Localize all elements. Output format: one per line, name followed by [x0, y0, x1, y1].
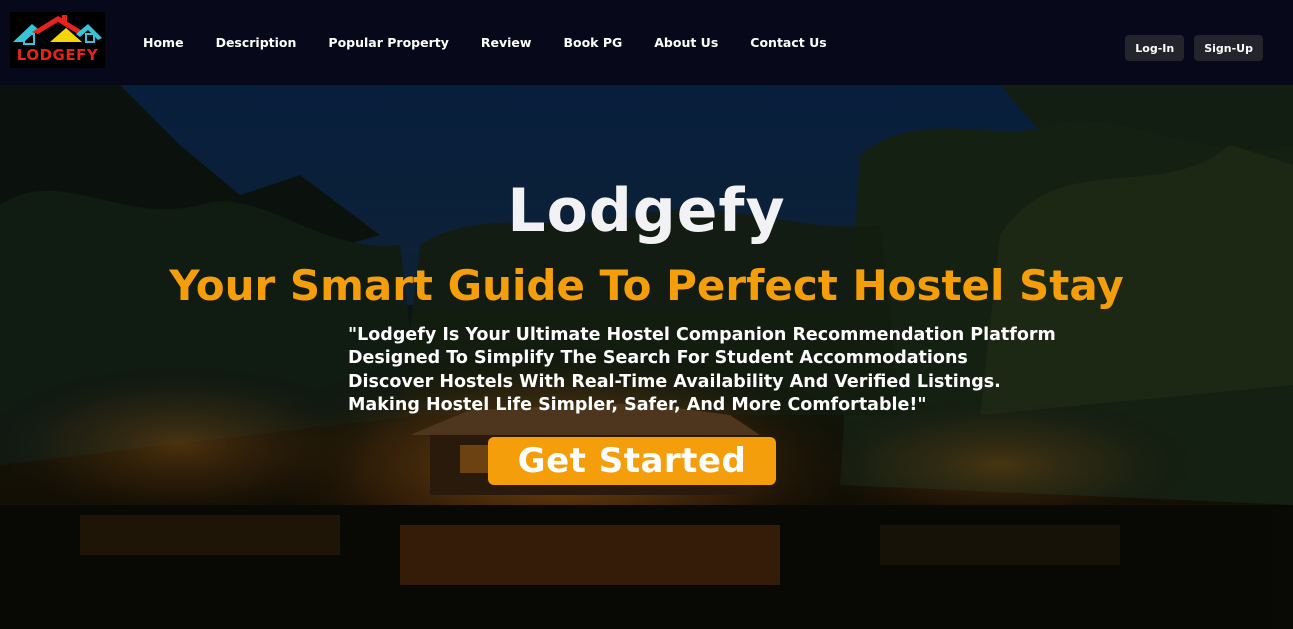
nav-item-book-pg[interactable]: Book PG	[547, 35, 638, 50]
hero-section: Lodgefy Your Smart Guide To Perfect Host…	[0, 85, 1293, 629]
hero-description-line: "Lodgefy Is Your Ultimate Hostel Compani…	[348, 325, 1056, 345]
logo-text: LODGEFY	[16, 46, 99, 64]
house-roof-icon	[13, 15, 102, 45]
hero-title: Lodgefy	[507, 176, 786, 246]
navbar: LODGEFY Home Description Popular Propert…	[0, 0, 1293, 85]
hero-description: "Lodgefy Is Your Ultimate Hostel Compani…	[348, 324, 1068, 417]
login-button[interactable]: Log-In	[1125, 35, 1185, 61]
nav-item-contact-us[interactable]: Contact Us	[734, 35, 842, 50]
nav-item-description[interactable]: Description	[200, 35, 313, 50]
get-started-button[interactable]: Get Started	[488, 437, 776, 485]
hero-subtitle: Your Smart Guide To Perfect Hostel Stay	[169, 261, 1124, 310]
nav-item-popular-property[interactable]: Popular Property	[312, 35, 464, 50]
nav-links: Home Description Popular Property Review…	[127, 0, 843, 85]
nav-item-about-us[interactable]: About Us	[638, 35, 734, 50]
nav-item-home[interactable]: Home	[127, 35, 200, 50]
hero-description-line: Making Hostel Life Simpler, Safer, And M…	[348, 394, 927, 415]
hero-description-line: Designed To Simplify The Search For Stud…	[348, 348, 968, 369]
signup-button[interactable]: Sign-Up	[1194, 35, 1263, 61]
nav-item-review[interactable]: Review	[465, 35, 548, 50]
auth-buttons: Log-In Sign-Up	[1125, 35, 1263, 61]
logo[interactable]: LODGEFY	[10, 12, 105, 68]
hero-description-line: Discover Hostels With Real-Time Availabi…	[348, 371, 1001, 392]
